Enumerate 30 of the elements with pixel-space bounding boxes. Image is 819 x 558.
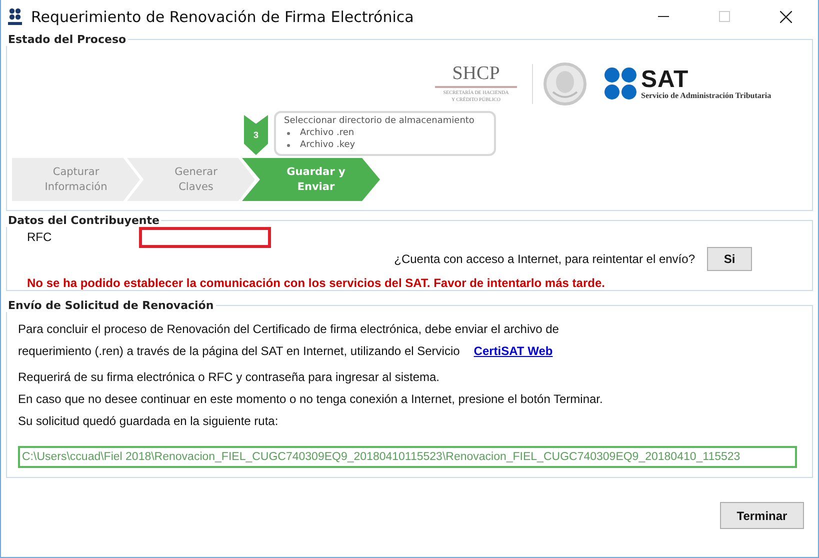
bullet-icon (287, 144, 290, 146)
rfc-field[interactable] (139, 226, 271, 248)
instruction-text: Su solicitud quedó guardada en la siguiente ruta: (18, 414, 278, 429)
finish-button[interactable]: Terminar (720, 502, 804, 529)
rfc-label: RFC (27, 230, 53, 244)
instruction-text: requerimiento (.ren) a través de la página del SAT en Internet, utilizando el Servicio (18, 344, 460, 359)
error-message: No se ha podido establecer la comunicación con los servicios del SAT. Favor de intentarlo más tarde. (27, 276, 606, 290)
certisat-link[interactable]: CertiSAT Web (474, 344, 553, 359)
section-title: Envío de Solicitud de Renovación (7, 299, 215, 312)
yes-button[interactable]: Si (707, 247, 752, 271)
app-logo-icon (7, 8, 23, 26)
callout-title: Seleccionar directorio de almacenamiento (284, 115, 476, 127)
emblem-icon (543, 62, 587, 106)
sat-dots-icon (604, 67, 638, 101)
step-number-badge: 3 (244, 115, 268, 155)
window-title: Requerimiento de Renovación de Firma Electrónica (31, 8, 414, 26)
callout-item: Archivo .ren (300, 127, 354, 139)
shcp-logo-text: SHCP (452, 64, 500, 84)
callout-item: Archivo .key (300, 139, 356, 151)
sat-subtitle: Servicio de Administración Tributaria (641, 90, 772, 100)
instruction-text: Para concluir el proceso de Renovación del Certificado de firma electrónica, debe enviar el archivo de (18, 322, 559, 337)
section-title: Datos del Contribuyente (7, 214, 160, 227)
process-step: Guardar y Enviar (242, 158, 380, 201)
bullet-icon (287, 132, 290, 134)
close-icon[interactable] (780, 10, 792, 22)
section-title: Estado del Proceso (7, 33, 128, 46)
instruction-text: Requerirá de su firma electrónica o RFC y contraseña para ingresar al sistema. (18, 370, 440, 385)
instruction-text: En caso que no desee continuar en este momento o no tenga conexión a Internet, presione el botón Terminar. (18, 392, 603, 407)
internet-question: ¿Cuenta con acceso a Internet, para reintentar el envío? (394, 252, 695, 266)
sat-logo-text: SAT (641, 68, 690, 90)
